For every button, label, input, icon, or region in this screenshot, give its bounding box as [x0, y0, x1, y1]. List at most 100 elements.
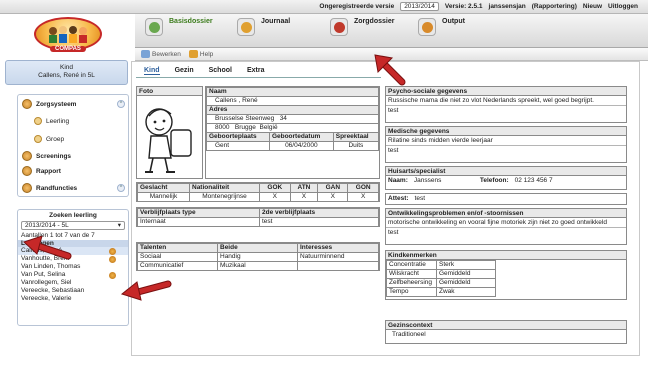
tab-basisdossier[interactable]: Basisdossier [145, 18, 213, 46]
gon-value: X [347, 192, 379, 202]
identity-table: Naam Callens , René Adres Brusselse Stee… [206, 87, 380, 151]
subtab-extra[interactable]: Extra [247, 67, 265, 75]
navigation-menu: Zorgsysteem ^ Leerling Groep Screenings … [17, 94, 129, 197]
talents-box: Talenten Beide Interesses Sociaal Handig Nat… [136, 242, 380, 271]
subtab-divider [136, 77, 381, 78]
both-label: Beide [217, 243, 298, 253]
edit-button[interactable]: Bewerken [141, 50, 181, 58]
certificate-label: Attest: [388, 195, 409, 202]
student-row[interactable]: Vereecke, Sebastiaan [18, 287, 128, 295]
collapse-randfuncties-button[interactable]: ^ [117, 184, 125, 192]
annotation-arrow [120, 280, 172, 301]
menu-groep[interactable]: Groep [34, 135, 64, 143]
psychosocial-text-2: test [388, 107, 399, 114]
birthdate-label: Geboortedatum [268, 132, 334, 142]
help-button[interactable]: Help [188, 50, 213, 58]
talent-cell [297, 261, 379, 271]
zorgdossier-icon [330, 18, 348, 36]
gok-label: GOK [259, 183, 291, 193]
city: Brugge [234, 124, 256, 131]
child-detail-panel: Kind Gezin School Extra Foto Naam Callen… [131, 61, 640, 356]
menu-leerling[interactable]: Leerling [34, 117, 69, 125]
tab-zorgdossier[interactable]: Zorgdossier [330, 18, 394, 46]
gan-value: X [317, 192, 349, 202]
user-role: (Rapportering) [531, 3, 577, 10]
trait-name: Wilskracht [386, 269, 437, 279]
student-row[interactable]: Vanrollegem, Siel [18, 279, 128, 287]
collapse-zorgsysteem-button[interactable]: ^ [117, 100, 125, 108]
student-row[interactable]: Vereecke, Valerie [18, 295, 128, 303]
main-tabs: Basisdossier Journaal Zorgdossier Output [135, 14, 648, 48]
postcode: 8000 [215, 124, 230, 131]
menu-rapport[interactable]: Rapport [22, 166, 61, 176]
current-child-box: Kind Callens, René in 5L [5, 60, 128, 85]
phone: 02 123 456 7 [514, 177, 553, 184]
child-drawing-icon [145, 108, 192, 173]
residence-table: Verblijfplaats type 2de verblijfplaats In… [137, 208, 379, 227]
leerling-icon [34, 117, 42, 125]
certificate: test [414, 195, 426, 202]
talent-cell: Natuurminnend [297, 252, 379, 262]
tab-basisdossier-label: Basisdossier [169, 18, 213, 25]
school-year-select[interactable]: 2013/2014 [400, 2, 439, 11]
atn-label: ATN [289, 183, 319, 193]
kids-icon [49, 26, 87, 43]
family-context-label: Gezinscontext [386, 321, 626, 330]
psychosocial-box: Psycho-sociale gegevens Russische mama d… [385, 86, 627, 123]
medical-box: Medische gegevens Rilatine sinds midden … [385, 126, 627, 163]
trait-name: Zelfbeheersing [386, 278, 437, 288]
subtab-gezin[interactable]: Gezin [175, 67, 194, 75]
edit-icon [141, 50, 150, 58]
gon-label: GON [347, 183, 379, 193]
tab-output[interactable]: Output [418, 18, 465, 46]
menu-zorgsysteem[interactable]: Zorgsysteem [22, 99, 76, 109]
second-residence-label: 2de verblijfplaats [259, 208, 379, 218]
subtab-school[interactable]: School [209, 67, 232, 75]
logo-text: COMPAS [50, 46, 86, 52]
subtab-kind[interactable]: Kind [144, 67, 160, 75]
trait-value: Gemiddeld [436, 269, 496, 279]
trait-name: Concentratie [386, 260, 437, 270]
photo-box: Foto [136, 86, 203, 179]
interests-label: Interesses [297, 243, 379, 253]
medical-text-2: test [388, 147, 399, 154]
talent-cell: Handig [217, 252, 298, 262]
trait-value: Gemiddeld [436, 278, 496, 288]
psychosocial-label: Psycho-sociale gegevens [386, 87, 626, 96]
development-text-2: test [388, 229, 399, 236]
menu-randfuncties[interactable]: Randfuncties [22, 183, 77, 193]
groep-icon [34, 135, 42, 143]
talent-cell: Communicatief [137, 261, 218, 271]
tab-output-label: Output [442, 18, 465, 25]
doctor-label: Huisarts/specialist [386, 167, 626, 176]
family-context-box: Gezinscontext Traditioneel [385, 320, 627, 344]
student-row[interactable]: Van Put, Selina [18, 271, 128, 279]
phone-label: Telefoon: [479, 177, 509, 184]
child-name: Callens , René [206, 96, 379, 106]
medical-label: Medische gegevens [386, 127, 626, 136]
tab-journaal[interactable]: Journaal [237, 18, 290, 46]
care-badge-icon [109, 272, 116, 279]
kind-name: Callens, René in 5L [38, 72, 95, 79]
development-label: Ontwikkelingsproblemen en/of -stoornisse… [386, 209, 626, 218]
residence-type: Internaat [137, 217, 260, 227]
top-bar: Ongeregistreerde versie 2013/2014 Versie… [0, 0, 648, 14]
doctor-name-label: Naam: [388, 177, 408, 184]
menu-screenings[interactable]: Screenings [22, 151, 71, 161]
rapport-icon [22, 166, 32, 176]
birthplace-label: Geboorteplaats [206, 132, 270, 142]
basisdossier-icon [145, 18, 163, 36]
student-row[interactable]: Van Linden, Thomas [18, 263, 128, 271]
development-text: motorische ontwikkeling en vooral fijne … [386, 218, 626, 228]
logout-link[interactable]: Uitloggen [608, 3, 638, 10]
class-select[interactable]: 2013/2014 - 5L ▾ [21, 221, 125, 230]
talents-label: Talenten [137, 243, 218, 253]
nationality-label: Nationaliteit [189, 183, 260, 193]
second-residence: test [259, 217, 379, 227]
development-box: Ontwikkelingsproblemen en/of -stoornisse… [385, 208, 627, 245]
characteristics-label: Kindkenmerken [386, 251, 626, 260]
gok-value: X [259, 192, 291, 202]
zorgsysteem-icon [22, 99, 32, 109]
country: België [259, 124, 278, 131]
new-link[interactable]: Nieuw [583, 3, 602, 10]
